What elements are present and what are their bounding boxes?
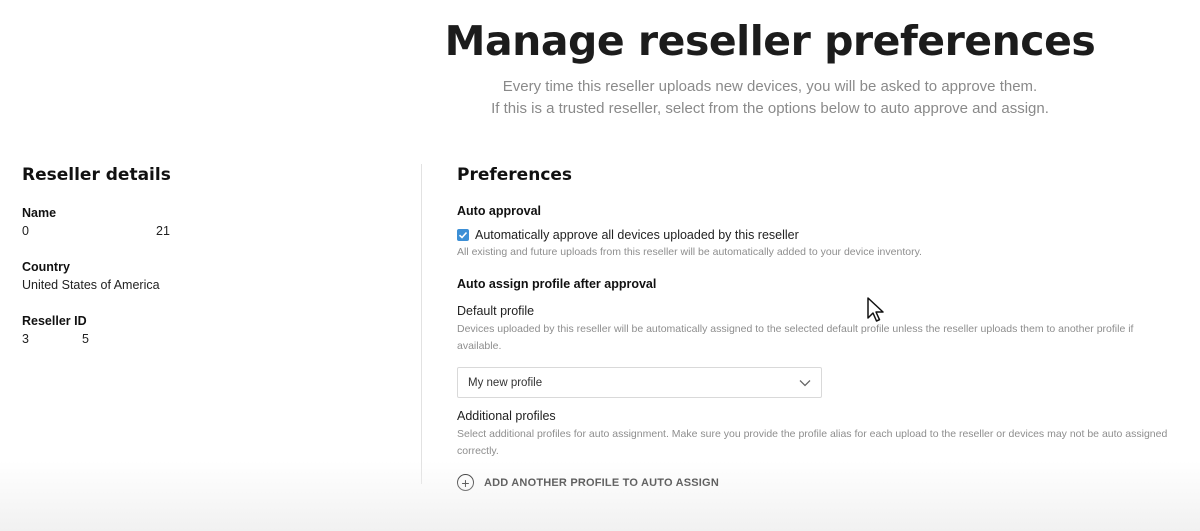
country-field: Country United States of America: [22, 258, 402, 294]
reseller-id-value: 3 5: [22, 330, 402, 348]
default-profile-selected-value: My new profile: [468, 376, 543, 389]
auto-approve-row[interactable]: Automatically approve all devices upload…: [457, 228, 1187, 242]
auto-approve-checkbox[interactable]: [457, 229, 469, 241]
name-value-start: 0: [22, 224, 29, 238]
auto-approval-heading: Auto approval: [457, 204, 542, 218]
reseller-details-title: Reseller details: [22, 165, 171, 185]
page-header: Manage reseller preferences Every time t…: [420, 16, 1120, 120]
column-divider: [421, 164, 422, 484]
additional-profiles-label: Additional profiles: [457, 409, 556, 423]
page-title: Manage reseller preferences: [444, 17, 1096, 65]
page-subtitle-line-1: Every time this reseller uploads new dev…: [502, 78, 1038, 95]
preferences-panel: Preferences Auto approval Automatically …: [457, 164, 1187, 491]
reseller-id-end: 5: [82, 332, 89, 346]
country-label: Country: [22, 260, 70, 274]
reseller-details-panel: Reseller details Name 0 21 Country Unite…: [22, 164, 402, 348]
page-subtitle: Every time this reseller uploads new dev…: [420, 76, 1120, 120]
mouse-pointer-icon: [867, 297, 884, 322]
name-value-end: 21: [156, 224, 170, 238]
add-profile-button-label: ADD ANOTHER PROFILE TO AUTO ASSIGN: [484, 476, 719, 489]
reseller-id-field: Reseller ID 3 5: [22, 312, 402, 348]
auto-approve-hint: All existing and future uploads from thi…: [457, 246, 922, 258]
auto-approve-checkbox-label[interactable]: Automatically approve all devices upload…: [475, 228, 799, 242]
country-value: United States of America: [22, 278, 160, 292]
name-field: Name 0 21: [22, 204, 402, 240]
default-profile-select[interactable]: My new profile: [457, 367, 822, 398]
plus-circle-icon: +: [457, 474, 474, 491]
name-label: Name: [22, 206, 57, 220]
chevron-down-icon: [799, 379, 811, 386]
auto-assign-heading: Auto assign profile after approval: [457, 277, 657, 291]
checkmark-icon: [458, 231, 468, 239]
preferences-title: Preferences: [457, 165, 573, 185]
page-subtitle-line-2: If this is a trusted reseller, select fr…: [491, 100, 1049, 117]
reseller-id-label: Reseller ID: [22, 314, 87, 328]
default-profile-label: Default profile: [457, 304, 535, 318]
default-profile-hint: Devices uploaded by this reseller will b…: [457, 323, 1134, 352]
reseller-id-start: 3: [22, 332, 29, 346]
additional-profiles-hint: Select additional profiles for auto assi…: [457, 428, 1168, 457]
add-profile-button[interactable]: + ADD ANOTHER PROFILE TO AUTO ASSIGN: [457, 474, 1187, 491]
name-value: 0 21: [22, 222, 402, 240]
